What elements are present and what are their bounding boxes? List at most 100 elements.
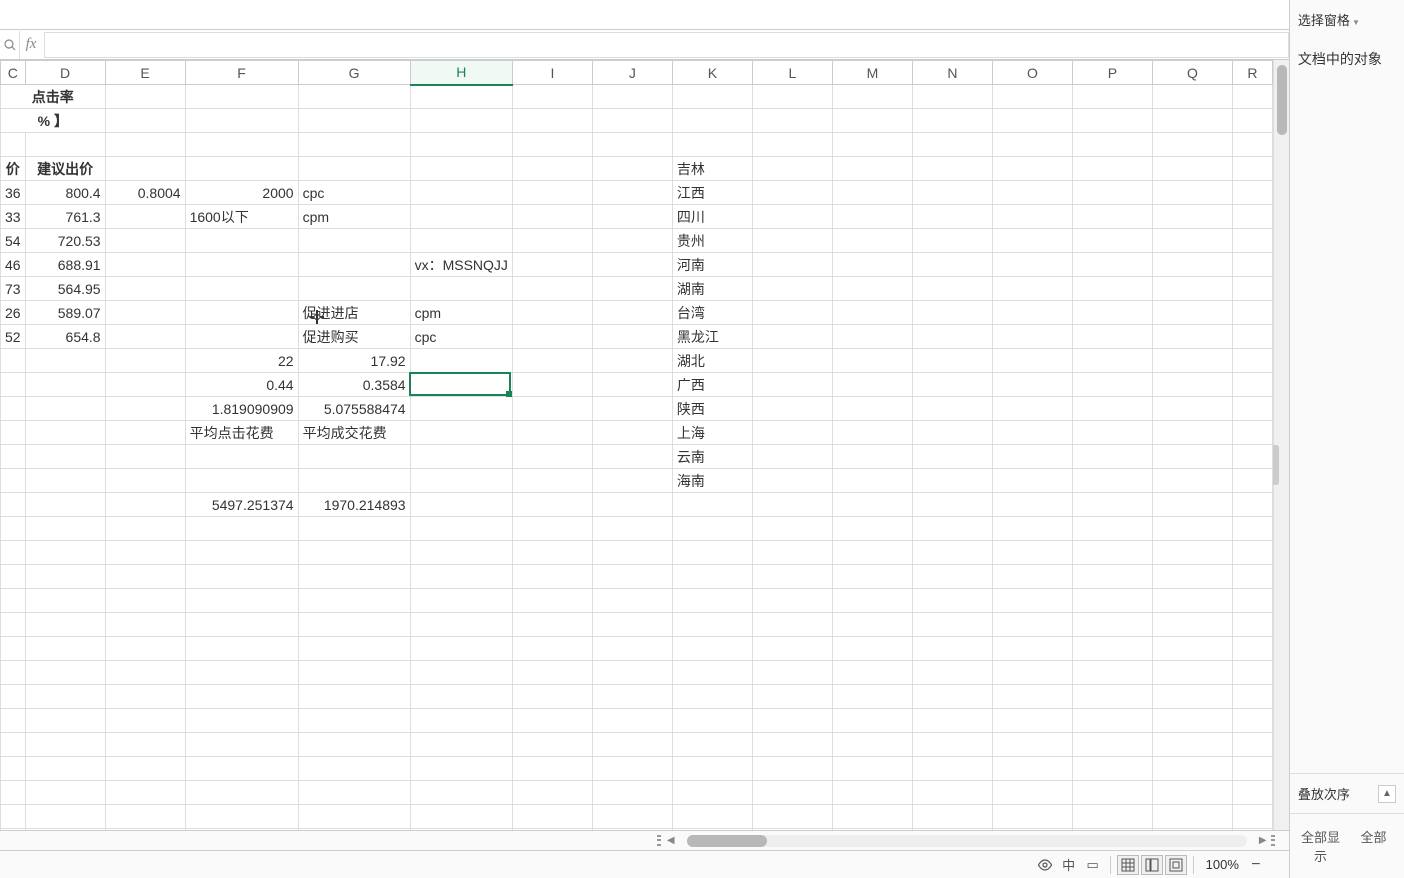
cell[interactable] bbox=[1072, 421, 1152, 445]
cell[interactable] bbox=[1072, 229, 1152, 253]
h-scroll-thumb[interactable] bbox=[687, 835, 767, 847]
cell[interactable]: 海南 bbox=[672, 469, 752, 493]
cell[interactable] bbox=[592, 181, 672, 205]
cell[interactable] bbox=[512, 517, 592, 541]
cell[interactable] bbox=[1072, 325, 1152, 349]
cell[interactable] bbox=[25, 805, 105, 829]
cell[interactable]: 564.95 bbox=[25, 277, 105, 301]
cell[interactable] bbox=[512, 589, 592, 613]
cell[interactable] bbox=[832, 709, 912, 733]
column-header-Q[interactable]: Q bbox=[1152, 61, 1232, 85]
cell[interactable] bbox=[105, 397, 185, 421]
cell[interactable] bbox=[1, 469, 26, 493]
cell[interactable] bbox=[592, 421, 672, 445]
cell[interactable]: 河南 bbox=[672, 253, 752, 277]
cell[interactable] bbox=[752, 781, 832, 805]
cell[interactable] bbox=[832, 517, 912, 541]
cell[interactable] bbox=[1152, 301, 1232, 325]
cell[interactable] bbox=[752, 349, 832, 373]
cell[interactable] bbox=[832, 733, 912, 757]
cell[interactable] bbox=[105, 301, 185, 325]
cell[interactable] bbox=[832, 181, 912, 205]
cell[interactable] bbox=[592, 253, 672, 277]
cell[interactable] bbox=[912, 85, 992, 109]
cell[interactable] bbox=[185, 325, 298, 349]
cell[interactable] bbox=[1152, 757, 1232, 781]
cell[interactable] bbox=[752, 805, 832, 829]
cell[interactable] bbox=[410, 157, 512, 181]
cell[interactable] bbox=[992, 157, 1072, 181]
cell[interactable] bbox=[512, 685, 592, 709]
cell[interactable]: 73 bbox=[1, 277, 26, 301]
cell[interactable] bbox=[298, 661, 410, 685]
cell[interactable] bbox=[25, 781, 105, 805]
cell[interactable] bbox=[1232, 325, 1272, 349]
cell[interactable] bbox=[105, 805, 185, 829]
cell[interactable] bbox=[410, 493, 512, 517]
cell[interactable] bbox=[1232, 133, 1272, 157]
cell[interactable] bbox=[592, 589, 672, 613]
cell[interactable] bbox=[512, 493, 592, 517]
cell[interactable] bbox=[410, 565, 512, 589]
cell[interactable] bbox=[672, 589, 752, 613]
cell[interactable]: 0.44 bbox=[185, 373, 298, 397]
cell[interactable] bbox=[512, 541, 592, 565]
panel-collapse-button[interactable] bbox=[1273, 445, 1279, 485]
cell[interactable] bbox=[752, 757, 832, 781]
cell[interactable] bbox=[105, 517, 185, 541]
cell[interactable] bbox=[592, 709, 672, 733]
cell[interactable] bbox=[25, 349, 105, 373]
cell[interactable] bbox=[1072, 253, 1152, 277]
cell[interactable] bbox=[1152, 829, 1232, 831]
cell[interactable] bbox=[512, 829, 592, 831]
cell[interactable]: 36 bbox=[1, 181, 26, 205]
cell[interactable] bbox=[752, 397, 832, 421]
column-header-D[interactable]: D bbox=[25, 61, 105, 85]
cell[interactable] bbox=[1232, 565, 1272, 589]
cell[interactable] bbox=[752, 373, 832, 397]
cell[interactable] bbox=[1, 565, 26, 589]
cell[interactable] bbox=[832, 421, 912, 445]
cell[interactable] bbox=[832, 277, 912, 301]
normal-view-icon[interactable] bbox=[1117, 855, 1139, 875]
cell[interactable]: 江西 bbox=[672, 181, 752, 205]
zoom-level[interactable]: 100% bbox=[1200, 857, 1245, 872]
cell[interactable] bbox=[1072, 109, 1152, 133]
cell[interactable] bbox=[992, 109, 1072, 133]
cell[interactable] bbox=[185, 277, 298, 301]
cell[interactable] bbox=[185, 637, 298, 661]
cell[interactable] bbox=[592, 325, 672, 349]
cell[interactable] bbox=[1152, 277, 1232, 301]
fx-icon[interactable]: fx bbox=[20, 31, 42, 59]
cell[interactable]: 促进进店 bbox=[298, 301, 410, 325]
cell[interactable]: 720.53 bbox=[25, 229, 105, 253]
cell[interactable] bbox=[1232, 685, 1272, 709]
cell[interactable] bbox=[1232, 541, 1272, 565]
cell[interactable] bbox=[1232, 829, 1272, 831]
cell[interactable] bbox=[912, 373, 992, 397]
cell[interactable] bbox=[912, 661, 992, 685]
cell[interactable] bbox=[832, 493, 912, 517]
cell[interactable] bbox=[1072, 157, 1152, 181]
cell[interactable] bbox=[592, 85, 672, 109]
cell[interactable] bbox=[25, 613, 105, 637]
cell[interactable] bbox=[185, 541, 298, 565]
cell[interactable] bbox=[672, 565, 752, 589]
cell[interactable] bbox=[512, 157, 592, 181]
cell[interactable]: 广西 bbox=[672, 373, 752, 397]
cell[interactable] bbox=[992, 85, 1072, 109]
column-header-O[interactable]: O bbox=[992, 61, 1072, 85]
cell[interactable] bbox=[298, 781, 410, 805]
cell[interactable] bbox=[992, 661, 1072, 685]
cell[interactable] bbox=[672, 661, 752, 685]
cell[interactable]: 0.3584 bbox=[298, 373, 410, 397]
cell[interactable] bbox=[1232, 205, 1272, 229]
cell[interactable] bbox=[512, 613, 592, 637]
cell[interactable] bbox=[912, 565, 992, 589]
cell[interactable]: 点击率 bbox=[1, 85, 106, 109]
page-layout-view-icon[interactable] bbox=[1141, 855, 1163, 875]
cell[interactable] bbox=[832, 301, 912, 325]
cell[interactable]: 1600以下 bbox=[185, 205, 298, 229]
cell[interactable] bbox=[912, 109, 992, 133]
cell[interactable]: 促进购买 bbox=[298, 325, 410, 349]
